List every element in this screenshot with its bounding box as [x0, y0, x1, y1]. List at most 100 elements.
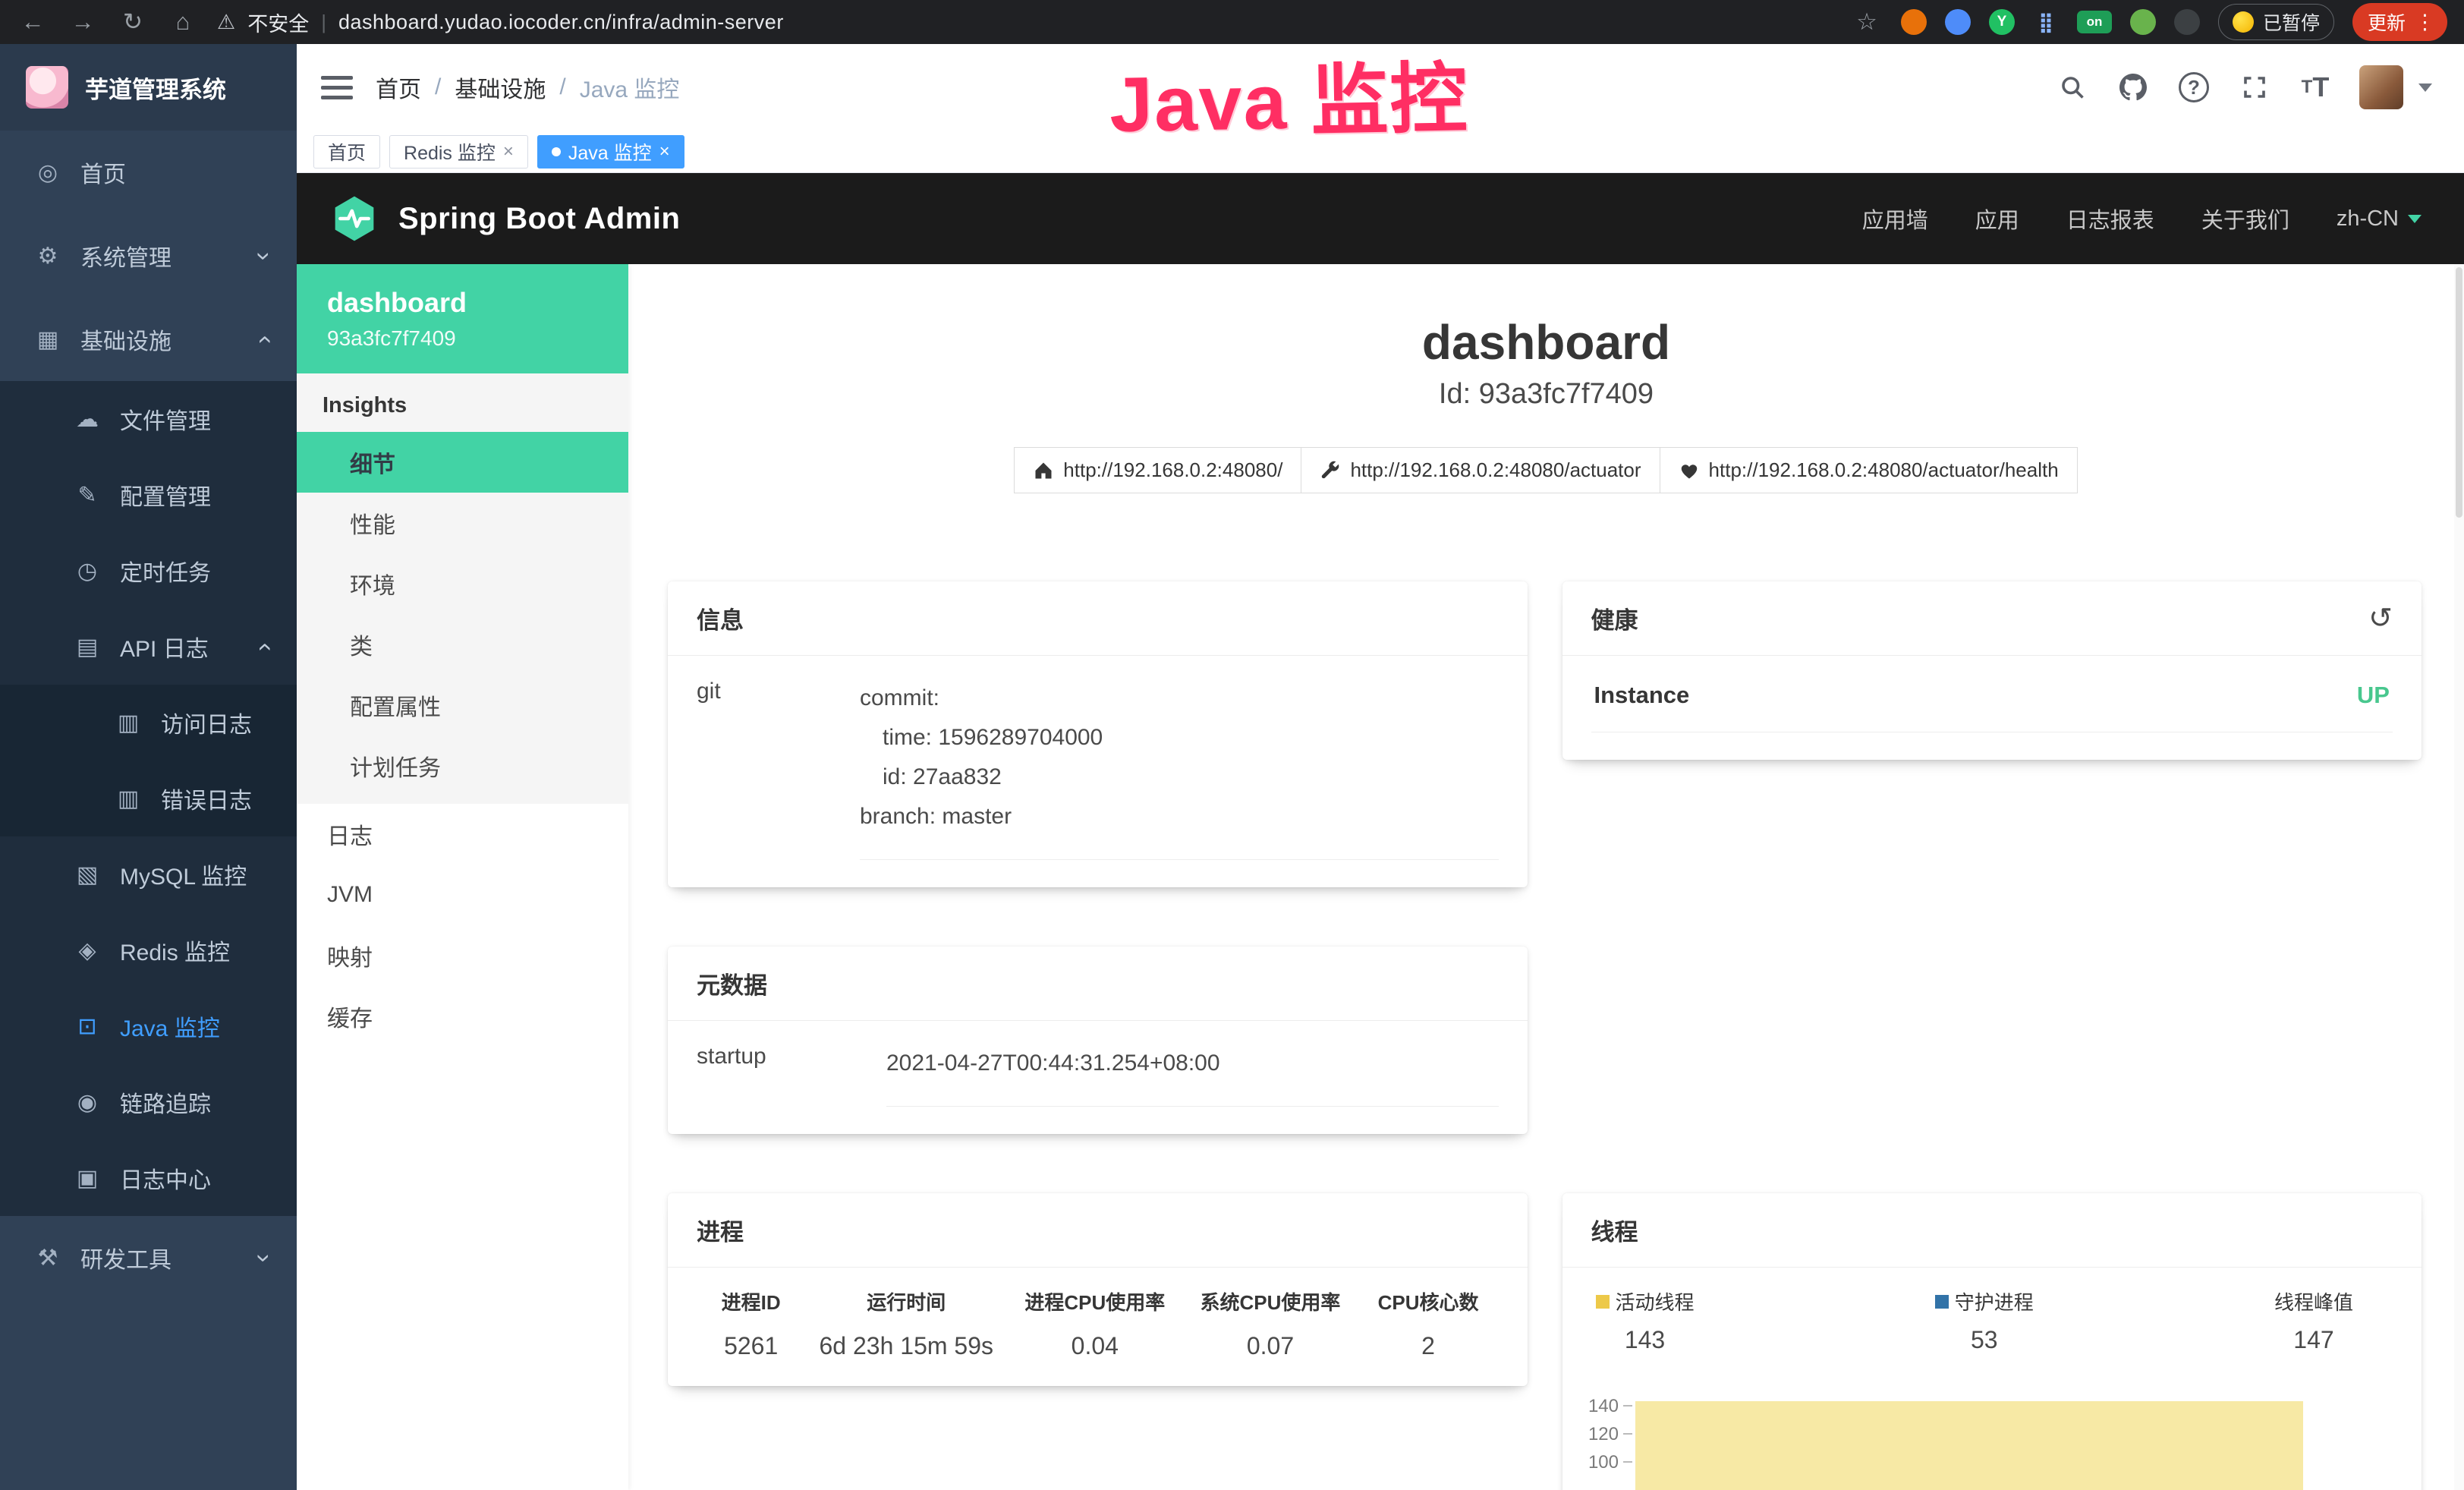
card-title: 线程 [1591, 1213, 1638, 1247]
forward-icon[interactable]: → [67, 8, 99, 36]
tab-home[interactable]: 首页 [313, 135, 380, 169]
main-column: 首页 / 基础设施 / Java 监控 ? [297, 44, 2464, 1490]
sidebar-item-java-monitor[interactable]: ⊡ Java 监控 [0, 988, 297, 1064]
extension-icon-grid[interactable]: ⣿ [2033, 9, 2059, 35]
instance-id: 93a3fc7f7409 [327, 326, 598, 351]
history-icon[interactable]: ↺ [2368, 604, 2393, 633]
paused-badge[interactable]: 已暂停 [2218, 4, 2334, 40]
back-icon[interactable]: ← [17, 8, 49, 36]
browser-home-icon[interactable]: ⌂ [167, 8, 199, 36]
sidebar-item-infrastructure[interactable]: ▦ 基础设施 › [0, 298, 297, 381]
git-commit-time: time: 1596289704000 [860, 718, 1499, 758]
logo[interactable]: 芋道管理系统 [0, 44, 297, 131]
tab-java-monitor[interactable]: Java 监控 × [537, 135, 684, 169]
extension-icon-puzzle[interactable] [2174, 9, 2200, 35]
instance-url-link[interactable]: http://192.168.0.2:48080/ [1014, 447, 1301, 493]
cloud-icon: ☁ [73, 406, 102, 433]
sba-main: dashboard Id: 93a3fc7f7409 http://192.16… [628, 264, 2464, 1490]
breadcrumb-separator: / [435, 74, 441, 100]
sba-sidebar-item-config-props[interactable]: 配置属性 [297, 675, 628, 736]
health-card-header: 健康 ↺ [1562, 581, 2422, 656]
sba-nav-journal[interactable]: 日志报表 [2066, 203, 2154, 235]
avatar-caret-icon[interactable] [2418, 83, 2432, 92]
browser-menu-icon[interactable]: ⋮ [2415, 11, 2435, 34]
app-header: 首页 / 基础设施 / Java 监控 ? [297, 44, 2464, 131]
threads-card: 线程 活动线程 143 守护进程 53 [1562, 1193, 2422, 1490]
sidebar-item-mysql-monitor[interactable]: ▧ MySQL 监控 [0, 836, 297, 912]
extension-icon-leaf[interactable] [2130, 9, 2156, 35]
sba-sidebar-item-logs[interactable]: 日志 [297, 804, 628, 865]
sidebar-item-file-management[interactable]: ☁ 文件管理 [0, 381, 297, 457]
column-header: 进程ID [697, 1287, 805, 1315]
sidebar-item-scheduled-tasks[interactable]: ◷ 定时任务 [0, 533, 297, 609]
insights-section-label: Insights [297, 373, 628, 432]
mysql-icon: ▧ [73, 862, 102, 888]
sba-nav-applications[interactable]: 应用 [1975, 203, 2019, 235]
health-link[interactable]: http://192.168.0.2:48080/actuator/health [1660, 447, 2078, 493]
sidebar-item-label: Java 监控 [120, 1010, 220, 1043]
avatar[interactable] [2359, 65, 2403, 109]
sba-sidebar-item-scheduled[interactable]: 计划任务 [297, 736, 628, 796]
threads-chart: 140 120 100 [1562, 1368, 2362, 1490]
column-header: 运行时间 [805, 1287, 1007, 1315]
extension-icon-orange[interactable] [1901, 9, 1927, 35]
hamburger-icon[interactable] [321, 76, 353, 99]
sidebar-item-error-logs[interactable]: ▥ 错误日志 [0, 761, 297, 836]
sidebar-item-home[interactable]: ◎ 首页 [0, 131, 297, 214]
y-tick-120: 120 [1588, 1424, 1618, 1444]
sba-nav-about[interactable]: 关于我们 [2201, 203, 2289, 235]
instance-header[interactable]: dashboard 93a3fc7f7409 [297, 264, 628, 373]
sidebar-item-config-management[interactable]: ✎ 配置管理 [0, 457, 297, 533]
actuator-link[interactable]: http://192.168.0.2:48080/actuator [1301, 447, 1660, 493]
health-card: 健康 ↺ Instance UP [1562, 581, 2422, 760]
spring-boot-admin-logo-icon [330, 194, 379, 243]
help-icon[interactable]: ? [2177, 71, 2211, 104]
search-icon[interactable] [2056, 71, 2089, 104]
sba-sidebar-item-metrics[interactable]: 性能 [297, 493, 628, 553]
sba-sidebar-item-jvm[interactable]: JVM [297, 865, 628, 925]
sidebar-item-trace[interactable]: ◉ 链路追踪 [0, 1064, 297, 1140]
update-button[interactable]: 更新 ⋮ [2352, 3, 2447, 41]
legend-label: 活动线程 [1616, 1287, 1695, 1315]
close-icon[interactable]: × [659, 141, 670, 162]
sba-sidebar-item-classes[interactable]: 类 [297, 614, 628, 675]
tab-label: Redis 监控 [404, 138, 496, 165]
reload-icon[interactable]: ↻ [117, 8, 149, 36]
cpu-cores: 2 [1358, 1332, 1499, 1360]
sba-sidebar-item-details[interactable]: 细节 [297, 432, 628, 493]
legend-swatch-yellow [1596, 1295, 1610, 1309]
spring-boot-admin: Spring Boot Admin 应用墙 应用 日志报表 关于我们 zh-CN [297, 173, 2464, 1490]
font-size-icon[interactable]: TT [2299, 71, 2332, 104]
breadcrumb-item[interactable]: 基础设施 [455, 71, 546, 104]
column-header: 进程CPU使用率 [1007, 1287, 1182, 1315]
app: 芋道管理系统 ◎ 首页 ⚙ 系统管理 › ▦ 基础设施 › [0, 44, 2464, 1490]
sidebar-item-api-logs[interactable]: ▤ API 日志 › [0, 609, 297, 685]
submenu-api-logs: ▥ 访问日志 ▥ 错误日志 [0, 685, 297, 836]
close-icon[interactable]: × [503, 141, 514, 162]
health-row-instance: Instance UP [1591, 656, 2393, 732]
github-icon[interactable] [2116, 71, 2150, 104]
scrollbar-thumb[interactable] [2456, 267, 2462, 518]
sidebar-item-system-management[interactable]: ⚙ 系统管理 › [0, 214, 297, 298]
extension-icon-y[interactable]: Y [1989, 9, 2015, 35]
sba-sidebar-item-mappings[interactable]: 映射 [297, 925, 628, 986]
sba-nav-wallboard[interactable]: 应用墙 [1862, 203, 1928, 235]
sidebar-item-redis-monitor[interactable]: ◈ Redis 监控 [0, 912, 297, 988]
sba-sidebar-item-caches[interactable]: 缓存 [297, 986, 628, 1047]
tab-redis-monitor[interactable]: Redis 监控 × [389, 135, 528, 169]
language-selector[interactable]: zh-CN [2337, 206, 2422, 232]
scrollbar[interactable] [2454, 264, 2464, 1490]
extension-icon-on[interactable]: on [2077, 11, 2112, 33]
sidebar-item-dev-tools[interactable]: ⚒ 研发工具 › [0, 1216, 297, 1299]
sba-sidebar-item-environment[interactable]: 环境 [297, 553, 628, 614]
bookmark-star-icon[interactable]: ☆ [1851, 8, 1883, 36]
sidebar-item-log-center[interactable]: ▣ 日志中心 [0, 1140, 297, 1216]
address-bar[interactable]: ⚠ 不安全 | dashboard.yudao.iocoder.cn/infra… [217, 8, 1833, 37]
sidebar-item-access-logs[interactable]: ▥ 访问日志 [0, 685, 297, 761]
breadcrumb-separator: / [559, 74, 565, 100]
extension-icon-drop[interactable] [1945, 9, 1971, 35]
fullscreen-icon[interactable] [2238, 71, 2271, 104]
legend-value: 147 [2274, 1326, 2353, 1354]
breadcrumb-item[interactable]: 首页 [376, 71, 421, 104]
submenu-infrastructure: ☁ 文件管理 ✎ 配置管理 ◷ 定时任务 ▤ API 日志 › [0, 381, 297, 1216]
